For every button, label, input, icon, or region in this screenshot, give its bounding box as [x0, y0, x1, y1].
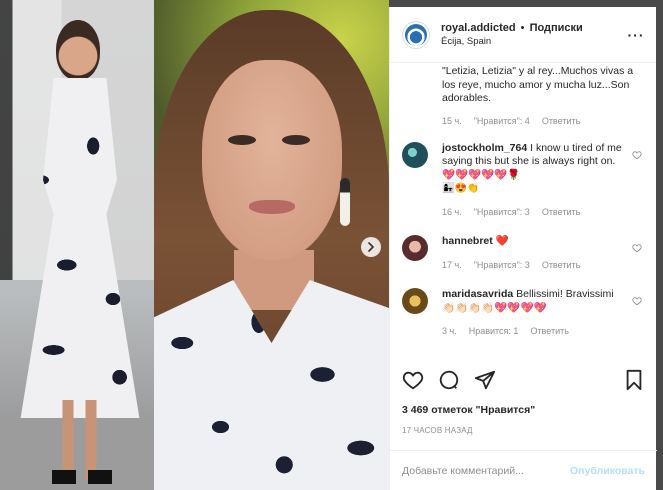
- comments-list[interactable]: "Letizia, Letizia" y al rey...Muchos viv…: [390, 63, 656, 363]
- location-link[interactable]: Écija, Spain: [441, 36, 626, 47]
- like-heart-icon[interactable]: [402, 369, 424, 391]
- like-comment-heart-icon[interactable]: [632, 296, 642, 306]
- reply-button[interactable]: Ответить: [542, 259, 580, 273]
- comment-item: hannebret ❤️ 17 ч. "Нравится": 3 Ответит…: [402, 235, 644, 272]
- post-side-panel: royal.addicted • Подписки Écija, Spain ·…: [389, 7, 657, 490]
- publish-button[interactable]: Опубликовать: [570, 465, 645, 477]
- bookmark-icon[interactable]: [623, 369, 645, 391]
- carousel-next-button[interactable]: [361, 237, 381, 257]
- photo-full-body: [0, 0, 154, 490]
- comment-item: maridasavrida Bellissimi! Bravissimi👏🏻👏🏻…: [402, 288, 644, 339]
- reply-button[interactable]: Ответить: [530, 325, 568, 339]
- avatar[interactable]: [402, 20, 430, 49]
- post-header: royal.addicted • Подписки Écija, Spain ·…: [390, 7, 656, 63]
- comment-meta: 15 ч. "Нравится": 4 Ответить: [402, 116, 644, 126]
- comment-text: "Letizia, Letizia" y al rey...Muchos viv…: [442, 65, 634, 104]
- commenter-avatar[interactable]: [402, 141, 428, 168]
- photo-portrait: [154, 0, 389, 490]
- username-link[interactable]: royal.addicted: [441, 22, 516, 34]
- commenter-avatar[interactable]: [402, 288, 428, 314]
- comment-time[interactable]: 16 ч.: [442, 206, 462, 220]
- comment-meta: 17 ч. "Нравится": 3 Ответить: [442, 259, 622, 273]
- comment-bubble-icon[interactable]: [438, 369, 460, 391]
- chevron-right-icon: [368, 242, 374, 252]
- earring: [340, 178, 350, 226]
- comment-likes[interactable]: "Нравится": 4: [474, 116, 530, 126]
- more-options-icon[interactable]: ···: [626, 27, 646, 43]
- comment-caption-continued: "Letizia, Letizia" y al rey...Muchos viv…: [402, 63, 644, 126]
- comment-emoji: 👩‍👧😍👏: [442, 183, 480, 194]
- comment-likes[interactable]: Нравится: 1: [469, 325, 519, 339]
- share-paper-plane-icon[interactable]: [474, 369, 496, 391]
- post-image[interactable]: [0, 0, 389, 490]
- comment-likes[interactable]: "Нравится": 3: [474, 259, 530, 273]
- following-button[interactable]: Подписки: [530, 22, 583, 34]
- comment-time[interactable]: 17 ч.: [442, 259, 462, 273]
- reply-button[interactable]: Ответить: [542, 116, 580, 126]
- add-comment-bar: Опубликовать: [390, 450, 657, 490]
- commenter-username[interactable]: jostockholm_764: [442, 142, 527, 154]
- post-timestamp[interactable]: 17 часов назад: [402, 426, 645, 435]
- comment-input[interactable]: [402, 464, 571, 477]
- post-actions: 3 469 отметок "Нравится" 17 часов назад: [390, 363, 657, 435]
- comment-time[interactable]: 3 ч.: [442, 325, 457, 339]
- face: [202, 60, 342, 260]
- crown-logo-icon: [405, 23, 427, 46]
- like-comment-heart-icon[interactable]: [632, 150, 642, 160]
- comment-item: jostockholm_764 I know u tired of me say…: [402, 141, 644, 220]
- action-bar: [402, 363, 645, 397]
- comment-text: ❤️: [495, 235, 509, 247]
- commenter-username[interactable]: maridasavrida: [442, 288, 513, 300]
- comment-meta: 3 ч. Нравится: 1 Ответить: [442, 325, 622, 339]
- likes-count[interactable]: 3 469 отметок "Нравится": [402, 404, 645, 416]
- comment-meta: 16 ч. "Нравится": 3 Ответить: [442, 206, 622, 220]
- like-comment-heart-icon[interactable]: [632, 243, 642, 253]
- comment-likes[interactable]: "Нравится": 3: [474, 206, 530, 220]
- commenter-username[interactable]: hannebret: [442, 235, 493, 247]
- separator: •: [520, 22, 525, 34]
- commenter-avatar[interactable]: [402, 235, 428, 261]
- reply-button[interactable]: Ответить: [542, 206, 580, 220]
- comment-time[interactable]: 15 ч.: [442, 116, 462, 126]
